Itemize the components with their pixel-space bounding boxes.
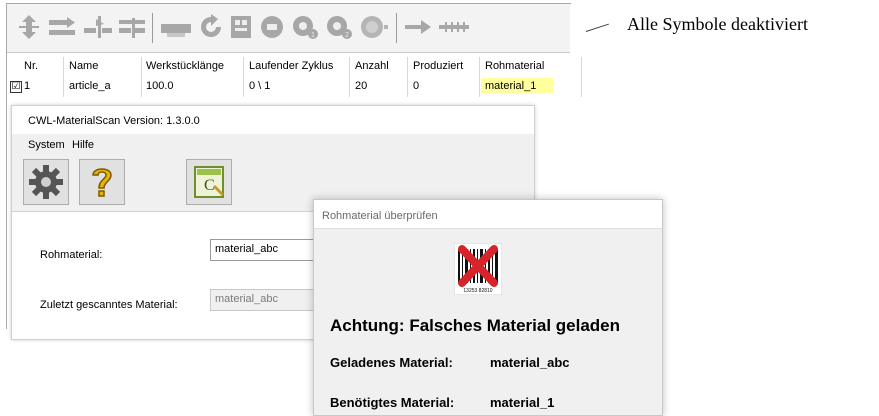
barcode-digits: 13253 82810 xyxy=(463,288,492,294)
arrow-right-icon[interactable] xyxy=(403,14,433,40)
cell-nr: 1 xyxy=(24,80,31,92)
dialog-title: Rohmaterial überprüfen xyxy=(322,210,438,222)
cell-rohmaterial: material_1 xyxy=(485,80,537,92)
loaded-material-value: material_abc xyxy=(490,355,570,370)
arrows-right-icon[interactable] xyxy=(437,14,471,40)
split-right-icon[interactable] xyxy=(82,14,114,40)
cell-name: article_a xyxy=(69,80,111,92)
materialscan-menubar: System Hilfe xyxy=(12,134,534,156)
help-icon xyxy=(92,168,112,197)
barcode-error-icon: 13253 82810 xyxy=(454,243,502,295)
column-divider xyxy=(407,57,408,97)
settings-icon xyxy=(29,165,63,199)
split-left-icon[interactable] xyxy=(117,14,147,40)
column-header-rohmaterial[interactable]: Rohmaterial xyxy=(485,60,544,72)
annotation-label: Alle Symbole deaktiviert xyxy=(627,14,808,34)
article-table: Nr. Name Werkstücklänge Laufender Zyklus… xyxy=(7,53,582,97)
column-header-nr[interactable]: Nr. xyxy=(24,60,38,72)
column-divider xyxy=(349,57,350,97)
loaded-material-label: Geladenes Material: xyxy=(330,355,453,370)
move-right-icon[interactable] xyxy=(47,14,77,40)
column-header-name[interactable]: Name xyxy=(69,60,98,72)
stack-icon[interactable] xyxy=(229,14,253,40)
column-divider xyxy=(479,57,480,97)
cell-produziert: 0 xyxy=(413,80,420,92)
zoom-1-icon[interactable]: 1 xyxy=(291,14,319,40)
help-button[interactable] xyxy=(79,159,125,205)
column-divider xyxy=(581,57,582,97)
required-material-value: material_1 xyxy=(490,395,555,410)
last-scanned-input: material_abc xyxy=(210,289,320,311)
check-material-dialog: Rohmaterial überprüfen 13253 82810 Achtu… xyxy=(313,199,663,416)
cell-anzahl: 20 xyxy=(355,80,368,92)
column-header-laufender-zyklus[interactable]: Laufender Zyklus xyxy=(249,60,333,72)
calculator-icon: C xyxy=(194,166,225,198)
menu-system[interactable]: System xyxy=(28,139,65,151)
toolbar-separator xyxy=(396,13,397,43)
column-divider xyxy=(63,57,64,97)
svg-text:1: 1 xyxy=(311,32,315,39)
column-divider xyxy=(243,57,244,97)
materialscan-title: CWL-MaterialScan Version: 1.3.0.0 xyxy=(28,115,200,127)
settings-button[interactable] xyxy=(23,159,69,205)
svg-text:2: 2 xyxy=(345,32,349,39)
calculator-button[interactable]: C xyxy=(186,159,232,205)
cut-icon[interactable] xyxy=(159,14,193,40)
row-checkbox[interactable]: ☑ xyxy=(10,81,22,93)
required-material-label: Benötigtes Material: xyxy=(330,395,455,410)
column-header-werkstuecklaenge[interactable]: Werkstücklänge xyxy=(146,60,224,72)
materialscan-titlebar[interactable]: CWL-MaterialScan Version: 1.3.0.0 xyxy=(12,106,534,134)
column-header-produziert[interactable]: Produziert xyxy=(413,60,463,72)
raw-material-label: Rohmaterial: xyxy=(40,249,103,261)
warning-heading: Achtung: Falsches Material geladen xyxy=(330,316,621,335)
column-header-anzahl[interactable]: Anzahl xyxy=(355,60,389,72)
disabled-circle-icon[interactable] xyxy=(358,14,390,40)
zoom-2-icon[interactable]: 2 xyxy=(325,14,353,40)
rotate-icon[interactable] xyxy=(198,14,224,40)
menu-hilfe[interactable]: Hilfe xyxy=(72,139,94,151)
cell-laufender-zyklus: 0 \ 1 xyxy=(249,80,271,92)
cell-werkstuecklaenge: 100.0 xyxy=(146,80,174,92)
last-scanned-label: Zuletzt gescanntes Material: xyxy=(40,299,178,311)
toolbar-separator xyxy=(152,13,153,43)
move-vertical-icon[interactable] xyxy=(16,14,42,40)
stop-icon[interactable] xyxy=(259,14,285,40)
column-divider xyxy=(141,57,142,97)
svg-text:C: C xyxy=(204,177,215,194)
raw-material-input[interactable]: material_abc xyxy=(210,239,320,261)
main-toolbar: 1 2 xyxy=(7,4,570,53)
annotation-pointer xyxy=(585,23,609,32)
